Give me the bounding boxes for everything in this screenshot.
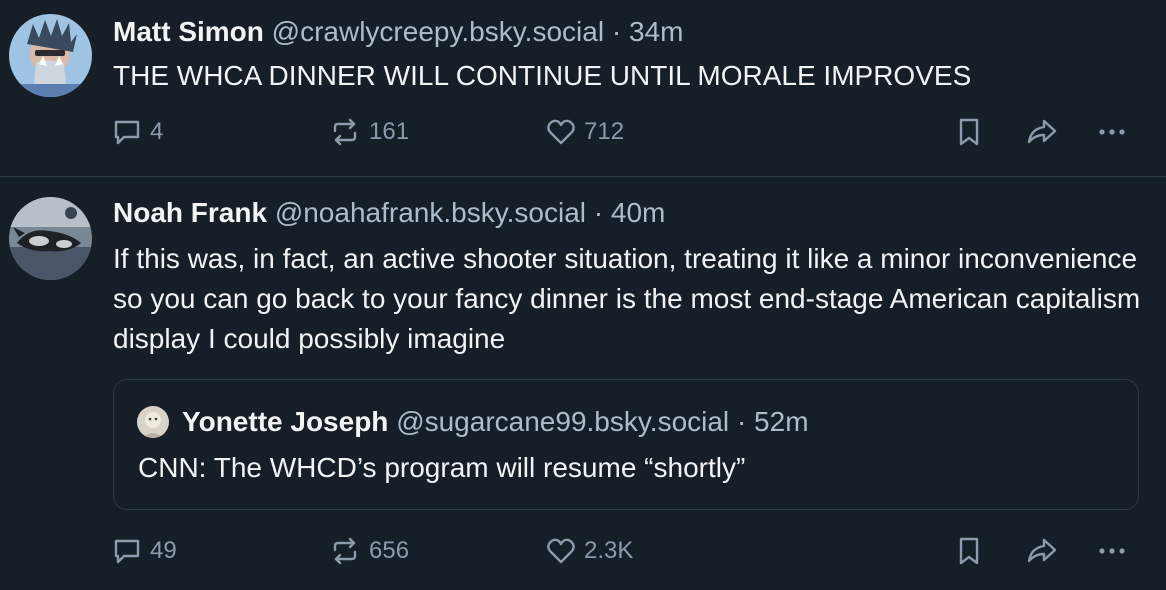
quoted-header: Yonette Joseph @sugarcane99.bsky.social … (182, 404, 809, 440)
timestamp[interactable]: 34m (629, 16, 683, 47)
quoted-author-name[interactable]: Yonette Joseph (182, 406, 388, 437)
post-text: If this was, in fact, an active shooter … (113, 243, 1141, 354)
share-button[interactable] (1026, 110, 1058, 154)
quoted-timestamp[interactable]: 52m (754, 406, 808, 437)
share-arrow-icon (1026, 536, 1058, 566)
quoted-author-handle[interactable]: @sugarcane99.bsky.social (396, 406, 729, 437)
bookmark-button[interactable] (956, 529, 982, 573)
post[interactable]: Matt Simon @crawlycreepy.bsky.social · 3… (0, 0, 1166, 176)
post-header: Noah Frank @noahafrank.bsky.social · 40m (113, 195, 665, 231)
repost-button[interactable]: 656 (329, 529, 409, 573)
bookmark-icon (956, 117, 982, 147)
share-button[interactable] (1026, 529, 1058, 573)
heart-icon (546, 536, 576, 566)
post-header: Matt Simon @crawlycreepy.bsky.social · 3… (113, 14, 683, 50)
separator: · (593, 197, 604, 228)
post[interactable]: Noah Frank @noahafrank.bsky.social · 40m… (0, 177, 1166, 590)
repost-count: 161 (369, 118, 410, 145)
avatar[interactable] (9, 14, 92, 97)
bookmark-icon (956, 536, 982, 566)
timestamp[interactable]: 40m (611, 197, 665, 228)
bookmark-button[interactable] (956, 110, 982, 154)
reply-button[interactable]: 4 (112, 110, 163, 154)
more-options-button[interactable] (1097, 529, 1127, 573)
speech-bubble-icon (112, 536, 142, 566)
more-options-button[interactable] (1097, 110, 1127, 154)
post-text: THE WHCA DINNER WILL CONTINUE UNTIL MORA… (113, 60, 972, 91)
repost-arrows-icon (329, 536, 361, 566)
speech-bubble-icon (112, 117, 142, 147)
action-bar: 4 161 712 (0, 110, 1166, 154)
author-name[interactable]: Matt Simon (113, 16, 264, 47)
separator: · (611, 16, 622, 47)
like-count: 2.3K (584, 537, 634, 564)
author-name[interactable]: Noah Frank (113, 197, 267, 228)
author-handle[interactable]: @crawlycreepy.bsky.social (272, 16, 604, 47)
repost-arrows-icon (329, 117, 361, 147)
repost-button[interactable]: 161 (329, 110, 409, 154)
feed: Matt Simon @crawlycreepy.bsky.social · 3… (0, 0, 1166, 590)
quoted-post[interactable]: Yonette Joseph @sugarcane99.bsky.social … (113, 379, 1139, 510)
author-handle[interactable]: @noahafrank.bsky.social (275, 197, 586, 228)
avatar[interactable] (9, 197, 92, 280)
separator: · (736, 406, 747, 437)
ellipsis-icon (1097, 536, 1127, 566)
share-arrow-icon (1026, 117, 1058, 147)
quoted-text: CNN: The WHCD’s program will resume “sho… (138, 452, 746, 483)
quoted-avatar[interactable] (137, 406, 169, 438)
reply-count: 49 (150, 537, 177, 564)
like-count: 712 (584, 118, 625, 145)
reply-button[interactable]: 49 (112, 529, 177, 573)
like-button[interactable]: 712 (546, 110, 624, 154)
heart-icon (546, 117, 576, 147)
ellipsis-icon (1097, 117, 1127, 147)
action-bar: 49 656 2.3K (0, 529, 1166, 573)
reply-count: 4 (150, 118, 164, 145)
repost-count: 656 (369, 537, 410, 564)
like-button[interactable]: 2.3K (546, 529, 633, 573)
